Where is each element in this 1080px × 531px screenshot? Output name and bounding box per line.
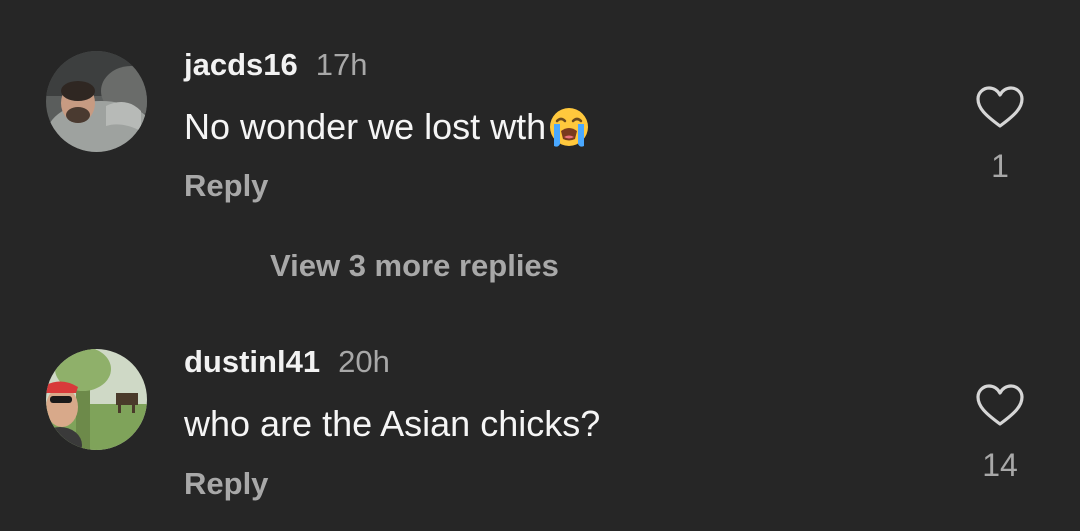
view-more-replies-button[interactable]: View 3 more replies [270,250,559,281]
username[interactable]: jacds16 [184,47,298,82]
comment-header: jacds16 17h [184,49,368,80]
timestamp: 20h [338,344,390,379]
comment-text-row: No wonder we lost wth [184,106,590,148]
avatar-photo-icon [46,349,147,450]
heart-icon[interactable] [975,86,1025,130]
timestamp: 17h [315,47,368,82]
comment-text-row: who are the Asian chicks? [184,406,600,442]
loudly-crying-face-icon [548,106,590,148]
avatar[interactable] [46,51,147,152]
comments-panel: jacds16 17h No wonder we lost wth Reply 1… [0,0,1080,531]
comment-text: who are the Asian chicks? [184,403,601,444]
reply-button[interactable]: Reply [184,170,268,201]
username[interactable]: dustinl41 [184,344,320,379]
heart-icon[interactable] [975,384,1025,428]
comment-header: dustinl41 20h [184,346,390,377]
like-count: 1 [991,148,1009,184]
reply-button[interactable]: Reply [184,468,268,499]
avatar-photo-icon [46,51,147,152]
avatar[interactable] [46,349,147,450]
like-count: 14 [982,447,1018,483]
comment-text: No wonder we lost wth [184,106,547,147]
